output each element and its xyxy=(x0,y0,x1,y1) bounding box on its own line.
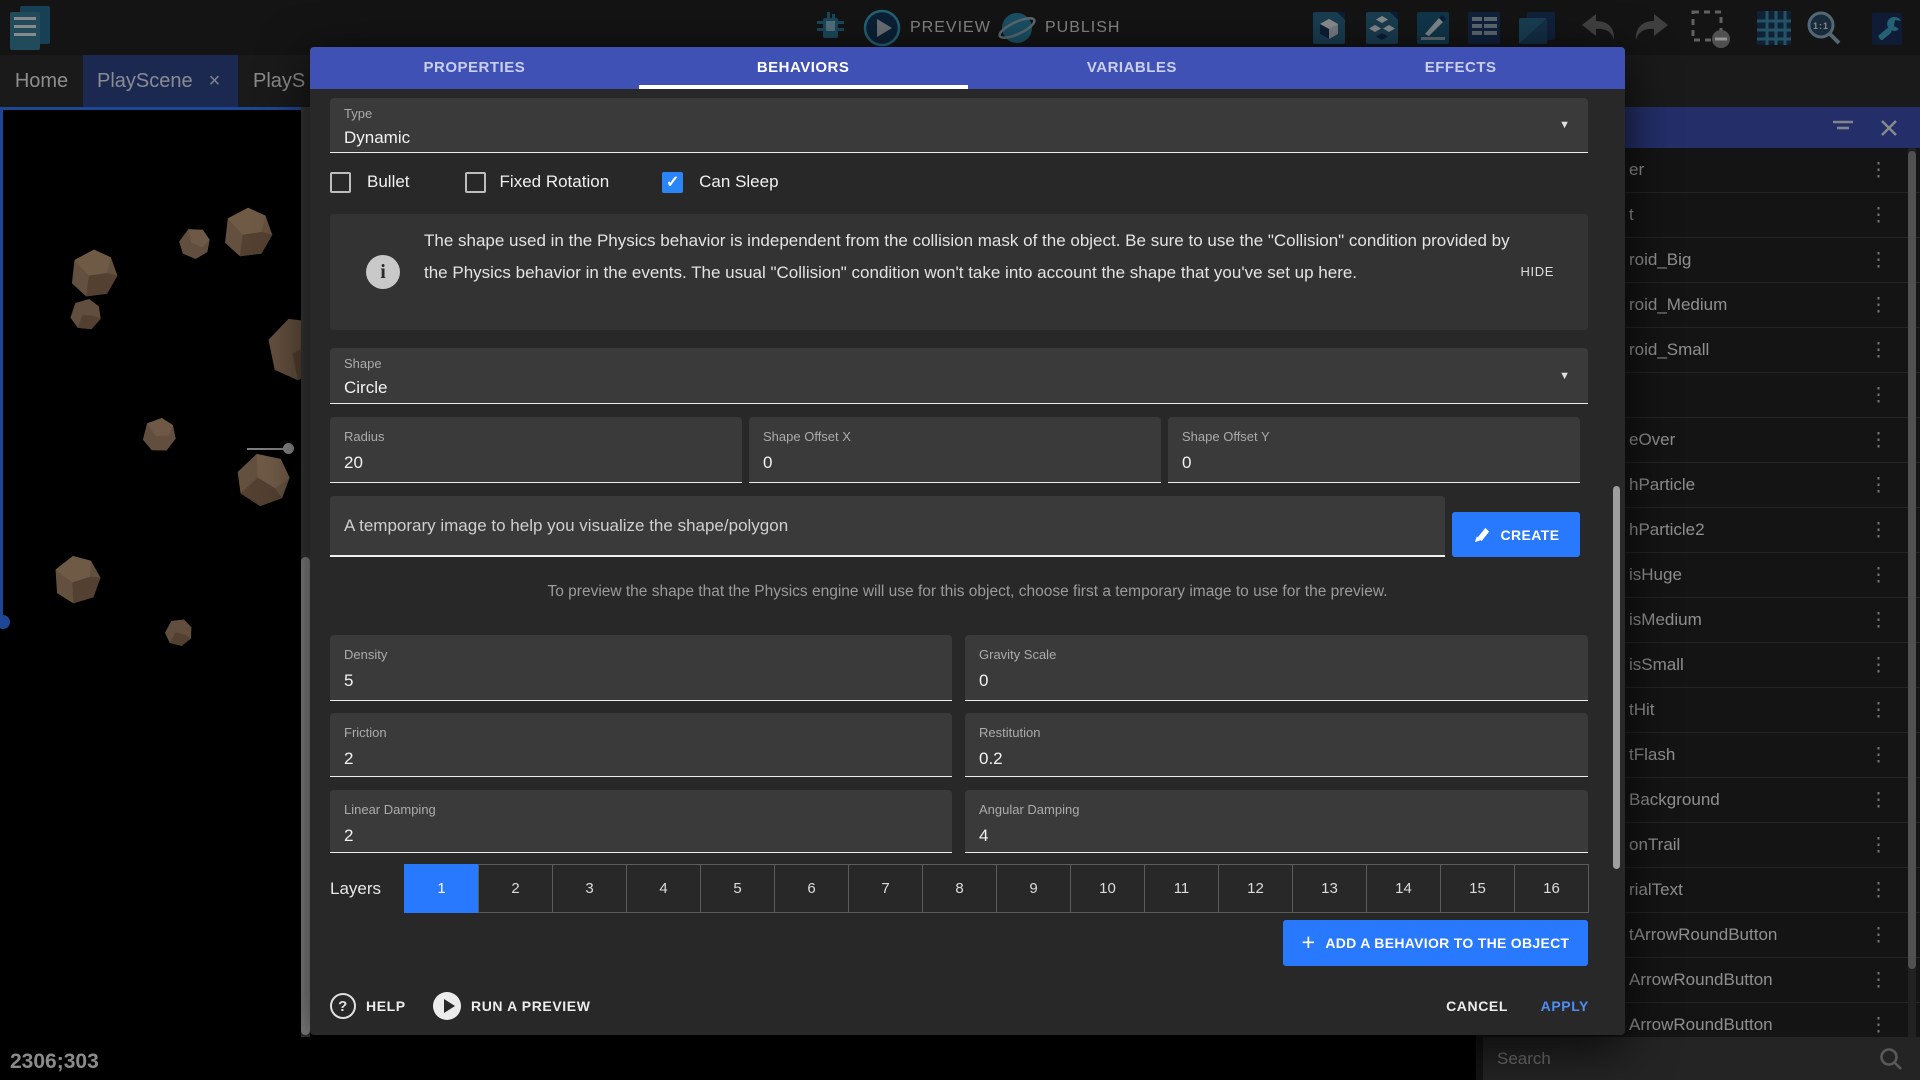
chevron-down-icon: ▼ xyxy=(1559,119,1570,131)
gravity-scale-field[interactable]: Gravity Scale 0 xyxy=(965,635,1588,701)
run-preview-button[interactable]: RUN A PREVIEW xyxy=(433,991,591,1021)
apply-button[interactable]: APPLY xyxy=(1541,991,1589,1021)
layer-button-7[interactable]: 7 xyxy=(848,864,923,913)
type-label: Type xyxy=(344,106,372,121)
density-value: 5 xyxy=(344,671,353,691)
dialog-actions: ? HELP RUN A PREVIEW CANCEL APPLY xyxy=(310,991,1625,1027)
cancel-label: CANCEL xyxy=(1446,998,1508,1014)
density-field[interactable]: Density 5 xyxy=(330,635,952,701)
shape-offset-x-value: 0 xyxy=(763,453,772,473)
temp-image-field[interactable]: A temporary image to help you visualize … xyxy=(330,496,1445,557)
play-icon xyxy=(433,992,461,1020)
temp-image-placeholder: A temporary image to help you visualize … xyxy=(344,516,788,536)
cancel-button[interactable]: CANCEL xyxy=(1446,991,1508,1021)
check-icon: ✓ xyxy=(666,172,679,192)
layer-button-1[interactable]: 1 xyxy=(404,864,479,913)
bullet-checkbox[interactable] xyxy=(330,172,351,193)
layer-button-2[interactable]: 2 xyxy=(478,864,553,913)
dialog-tab-effects[interactable]: EFFECTS xyxy=(1296,47,1625,89)
layer-button-15[interactable]: 15 xyxy=(1440,864,1515,913)
layer-button-3[interactable]: 3 xyxy=(552,864,627,913)
angular-damping-field[interactable]: Angular Damping 4 xyxy=(965,790,1588,853)
add-behavior-button[interactable]: + ADD A BEHAVIOR TO THE OBJECT xyxy=(1283,920,1588,966)
layer-button-14[interactable]: 14 xyxy=(1366,864,1441,913)
type-value: Dynamic xyxy=(344,128,410,148)
fixed-rotation-label: Fixed Rotation xyxy=(500,172,610,192)
can-sleep-checkbox[interactable]: ✓ xyxy=(662,172,683,193)
restitution-label: Restitution xyxy=(979,725,1040,740)
layers-label: Layers xyxy=(330,864,381,913)
hide-info-button[interactable]: HIDE xyxy=(1521,264,1554,279)
shape-offset-y-field[interactable]: Shape Offset Y 0 xyxy=(1168,417,1580,483)
layer-button-11[interactable]: 11 xyxy=(1144,864,1219,913)
add-behavior-label: ADD A BEHAVIOR TO THE OBJECT xyxy=(1325,935,1569,951)
radius-value: 20 xyxy=(344,453,363,473)
friction-value: 2 xyxy=(344,749,353,769)
radius-field[interactable]: Radius 20 xyxy=(330,417,742,483)
layer-button-12[interactable]: 12 xyxy=(1218,864,1293,913)
shape-offset-x-label: Shape Offset X xyxy=(763,429,851,444)
linear-damping-label: Linear Damping xyxy=(344,802,436,817)
restitution-field[interactable]: Restitution 0.2 xyxy=(965,713,1588,777)
dialog-tab-properties[interactable]: PROPERTIES xyxy=(310,47,639,89)
apply-label: APPLY xyxy=(1541,998,1589,1014)
help-label: HELP xyxy=(366,998,406,1014)
gdevelop-editor: PREVIEW PUBLISH xyxy=(0,0,1920,1080)
layer-button-8[interactable]: 8 xyxy=(922,864,997,913)
layer-button-16[interactable]: 16 xyxy=(1514,864,1589,913)
angular-damping-value: 4 xyxy=(979,826,988,846)
gravity-scale-value: 0 xyxy=(979,671,988,691)
shape-offset-y-value: 0 xyxy=(1182,453,1191,473)
type-select[interactable]: Type Dynamic ▼ xyxy=(330,98,1588,153)
friction-label: Friction xyxy=(344,725,387,740)
angular-damping-label: Angular Damping xyxy=(979,802,1079,817)
dialog-tab-behaviors[interactable]: BEHAVIORS xyxy=(639,47,968,89)
layer-button-13[interactable]: 13 xyxy=(1292,864,1367,913)
brush-icon xyxy=(1473,525,1492,544)
restitution-value: 0.2 xyxy=(979,749,1003,769)
question-icon: ? xyxy=(330,993,356,1019)
layer-button-5[interactable]: 5 xyxy=(700,864,775,913)
info-box: i The shape used in the Physics behavior… xyxy=(330,214,1588,330)
shape-label: Shape xyxy=(344,356,382,371)
help-button[interactable]: ? HELP xyxy=(330,991,406,1021)
info-text: The shape used in the Physics behavior i… xyxy=(424,225,1520,289)
chevron-down-icon: ▼ xyxy=(1559,370,1570,382)
info-icon: i xyxy=(366,255,400,289)
layer-button-9[interactable]: 9 xyxy=(996,864,1071,913)
shape-offset-y-label: Shape Offset Y xyxy=(1182,429,1270,444)
can-sleep-label: Can Sleep xyxy=(699,172,778,192)
fixed-rotation-checkbox[interactable] xyxy=(465,172,486,193)
dialog-scrollbar-thumb[interactable] xyxy=(1613,486,1620,869)
friction-field[interactable]: Friction 2 xyxy=(330,713,952,777)
create-image-button[interactable]: CREATE xyxy=(1452,512,1580,557)
preview-helper-text: To preview the shape that the Physics en… xyxy=(310,583,1625,601)
run-preview-label: RUN A PREVIEW xyxy=(471,998,591,1014)
linear-damping-field[interactable]: Linear Damping 2 xyxy=(330,790,952,853)
gravity-scale-label: Gravity Scale xyxy=(979,647,1056,662)
dialog-tab-variables[interactable]: VARIABLES xyxy=(968,47,1297,89)
layer-button-6[interactable]: 6 xyxy=(774,864,849,913)
dialog-tabbar: PROPERTIES BEHAVIORS VARIABLES EFFECTS xyxy=(310,47,1625,89)
shape-select[interactable]: Shape Circle ▼ xyxy=(330,348,1588,404)
plus-icon: + xyxy=(1302,929,1316,956)
create-label: CREATE xyxy=(1501,527,1560,543)
density-label: Density xyxy=(344,647,387,662)
bullet-label: Bullet xyxy=(367,172,410,192)
layer-button-4[interactable]: 4 xyxy=(626,864,701,913)
shape-value: Circle xyxy=(344,378,387,398)
layer-button-10[interactable]: 10 xyxy=(1070,864,1145,913)
linear-damping-value: 2 xyxy=(344,826,353,846)
active-tab-underline xyxy=(639,85,968,89)
behavior-dialog: PROPERTIES BEHAVIORS VARIABLES EFFECTS T… xyxy=(310,47,1625,1035)
shape-offset-x-field[interactable]: Shape Offset X 0 xyxy=(749,417,1161,483)
physics-flags-row: Bullet Fixed Rotation ✓ Can Sleep xyxy=(330,168,779,196)
radius-label: Radius xyxy=(344,429,384,444)
